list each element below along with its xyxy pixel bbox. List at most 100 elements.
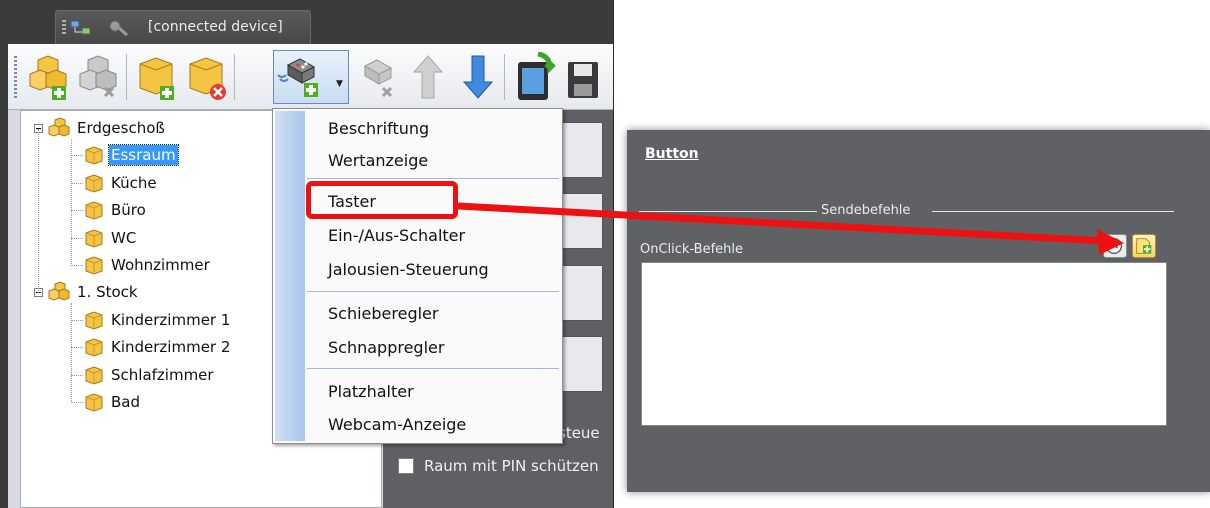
menu-separator: [307, 178, 559, 179]
add-command-button[interactable]: [1132, 234, 1156, 258]
tree-connector: [71, 319, 83, 321]
menu-item[interactable]: Webcam-Anzeige: [307, 410, 559, 438]
menu-icon-gutter: [275, 111, 305, 441]
menu-item[interactable]: Schieberegler: [307, 299, 559, 327]
add-element-menu: Beschriftung Wertanzeige Taster Ein-/Aus-Sc…: [272, 108, 563, 444]
toolbar-separator: [504, 54, 505, 100]
tree-connector: [71, 210, 83, 212]
key-icon: [109, 20, 128, 37]
delete-room-icon: [189, 57, 226, 100]
section-divider: [639, 211, 817, 212]
tree-room-label: Essraum: [108, 144, 179, 167]
tree-connector: [38, 129, 39, 294]
tree-room-label: Bad: [111, 393, 141, 411]
network-icon: [70, 20, 91, 35]
floor-icon: [47, 117, 71, 139]
menu-item[interactable]: Beschriftung: [307, 114, 559, 142]
panel-title: Button: [645, 146, 699, 162]
tree-room-label: Schlafzimmer: [111, 365, 214, 384]
move-down-icon: [462, 55, 494, 99]
menu-item[interactable]: Schnappregler: [307, 333, 559, 361]
tree-room-label: Wohnzimmer: [111, 256, 210, 274]
tree-connector: [71, 265, 83, 266]
tree-room-item[interactable]: Essraum: [83, 142, 179, 168]
upload-device-icon: [518, 51, 556, 100]
toolbar-separator: [126, 54, 127, 100]
section-label: Sendebefehle: [821, 203, 911, 218]
tree-connector: [71, 139, 72, 264]
add-room-icon: [139, 57, 174, 100]
toolbar-separator: [234, 54, 235, 100]
room-icon: [83, 337, 105, 357]
upload-to-device-button[interactable]: [508, 51, 556, 102]
tab-grip: [62, 20, 66, 36]
tree-connector: [71, 402, 83, 403]
tree-connector: [71, 347, 83, 349]
add-command-icon: [1136, 238, 1152, 254]
menu-separator: [307, 291, 559, 292]
delete-floor-icon: [79, 55, 117, 98]
partial-setting-label: steue: [558, 424, 600, 442]
tree-room-item[interactable]: Bad: [83, 389, 142, 415]
document-tab-bar: [connected device]: [0, 0, 613, 44]
toolbar: ▼: [8, 44, 613, 110]
pin-protect-checkbox[interactable]: [398, 458, 414, 474]
move-down-button[interactable]: [454, 52, 502, 102]
tree-room-item[interactable]: Schlafzimmer: [83, 362, 216, 388]
tree-room-label: Kinderzimmer 1: [111, 310, 231, 329]
tree-room-item[interactable]: Kinderzimmer 2: [83, 334, 232, 360]
delete-element-icon: [363, 59, 393, 98]
tree-room-item[interactable]: Büro: [83, 197, 148, 223]
connected-device-tab[interactable]: [connected device]: [55, 10, 311, 44]
move-up-icon: [412, 55, 444, 99]
add-floor-icon: [29, 55, 67, 100]
add-timer-button[interactable]: [1103, 234, 1127, 258]
floor-icon: [47, 281, 71, 303]
highlight-box: [306, 181, 458, 219]
section-divider: [932, 211, 1174, 212]
tree-room-label: Kinderzimmer 2: [111, 338, 231, 357]
tree-room-item[interactable]: Küche: [83, 170, 159, 196]
tree-floor-item[interactable]: 1. Stock: [34, 279, 140, 305]
save-button[interactable]: [560, 52, 600, 102]
toolbar-grip: [14, 56, 17, 100]
tree-connector: [71, 155, 83, 157]
tree-floor-label: Erdgeschoß: [77, 119, 165, 137]
tree-room-item[interactable]: Wohnzimmer: [83, 252, 212, 278]
tree-room-label: Büro: [111, 201, 146, 220]
timer-icon: [1106, 237, 1123, 255]
room-icon: [83, 145, 105, 165]
tree-connector: [71, 374, 83, 376]
tree-connector: [71, 182, 83, 184]
add-element-icon: [277, 58, 318, 97]
room-icon: [83, 310, 105, 330]
tree-room-label: Küche: [111, 173, 157, 192]
delete-floor-button[interactable]: [74, 52, 122, 102]
onclick-commands-label: OnClick-Befehle: [640, 242, 744, 257]
delete-element-button[interactable]: [353, 52, 401, 102]
menu-item[interactable]: Ein-/Aus-Schalter: [307, 221, 559, 249]
chevron-down-icon: ▼: [336, 79, 343, 89]
room-icon: [83, 200, 105, 220]
room-icon: [83, 228, 105, 248]
menu-item[interactable]: Wertanzeige: [307, 146, 559, 174]
delete-room-button[interactable]: [182, 52, 230, 102]
move-up-button[interactable]: [404, 52, 452, 102]
tree-room-item[interactable]: WC: [83, 225, 138, 251]
tree-connector: [71, 303, 72, 401]
tree-room-label: WC: [111, 228, 137, 247]
room-icon: [83, 392, 105, 412]
add-room-button[interactable]: [132, 52, 180, 102]
tree-room-item[interactable]: Kinderzimmer 1: [83, 307, 232, 333]
room-icon: [83, 173, 105, 193]
tab-label: [connected device]: [148, 19, 283, 35]
room-icon: [83, 255, 105, 275]
add-floor-button[interactable]: [24, 52, 72, 102]
menu-item[interactable]: Platzhalter: [307, 377, 559, 405]
tree-floor-item[interactable]: Erdgeschoß: [34, 115, 167, 141]
room-icon: [83, 365, 105, 385]
menu-item[interactable]: Jalousien-Steuerung: [307, 255, 559, 283]
button-properties-panel: Button Sendebefehle OnClick-Befehle: [627, 130, 1210, 492]
onclick-commands-list[interactable]: [641, 262, 1167, 426]
add-element-dropdown-button[interactable]: ▼: [273, 50, 349, 104]
